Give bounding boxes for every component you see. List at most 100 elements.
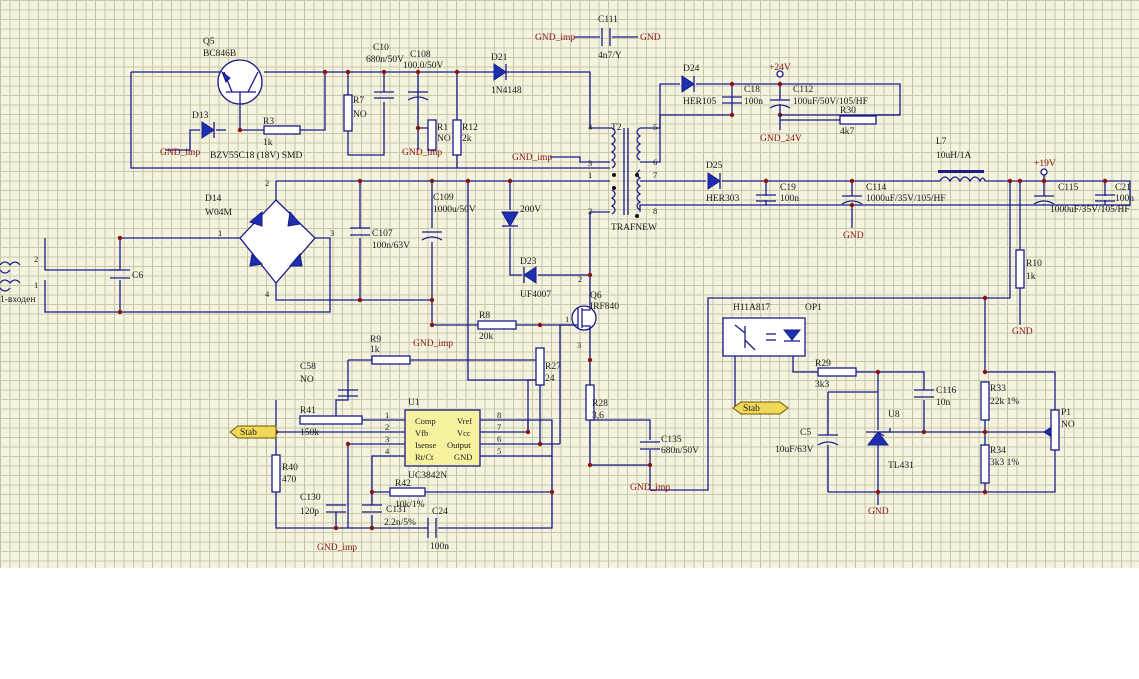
- resistor-r9: [371, 355, 411, 365]
- label-r30-value: 4k7: [840, 127, 855, 137]
- svg-text:8: 8: [497, 410, 501, 420]
- label-c24-value: 100n: [430, 542, 449, 552]
- capacitor-c116: [914, 389, 934, 398]
- label-c116-value: 10n: [936, 398, 951, 408]
- net-gnd-24v: GND_24V: [760, 134, 802, 144]
- svg-text:2: 2: [34, 254, 38, 264]
- label-c21: C21: [1115, 183, 1131, 193]
- label-d21: D21: [491, 53, 508, 63]
- label-q5-part: BC846B: [203, 49, 236, 59]
- svg-text:1: 1: [385, 410, 389, 420]
- label-c114-value: 1000uF/35V/105/HF: [866, 194, 946, 204]
- label-r3-value: 1k: [263, 138, 273, 148]
- tvs-diode-200v: [501, 211, 519, 228]
- net-gnd-imp-5: GND_imp: [630, 483, 670, 493]
- label-d25-value: HER303: [706, 194, 740, 204]
- label-r10-value: 1k: [1026, 272, 1036, 282]
- net-gnd-imp-1: GND_imp: [160, 148, 200, 158]
- svg-text:1: 1: [588, 170, 592, 180]
- resistor-r7: [343, 94, 353, 132]
- svg-text:3: 3: [330, 228, 334, 238]
- label-c107: C107: [372, 229, 393, 239]
- label-r40: R40: [282, 463, 298, 473]
- stab-right-label: Stab: [743, 404, 760, 414]
- label-uc3842n: UC3842N: [408, 471, 447, 481]
- label-c111: C111: [598, 15, 618, 25]
- label-r29-value: 3k3: [815, 380, 830, 390]
- label-c107-value: 100n/63V: [372, 241, 410, 251]
- capacitor-c107: [350, 227, 370, 236]
- label-c21-value: 100n: [1115, 194, 1134, 204]
- label-r33: R33: [990, 384, 1006, 394]
- svg-text:3: 3: [577, 340, 581, 350]
- label-c115-value: 1000uF/35V/105/HF: [1050, 205, 1130, 215]
- capacitor-c6: [110, 269, 130, 279]
- label-op1: OP1: [805, 303, 822, 313]
- label-r12-value: 2k: [462, 134, 472, 144]
- label-r33-value: 22k 1%: [990, 397, 1019, 407]
- potentiometer-p1: [1043, 409, 1060, 451]
- net-gnd-3: GND: [868, 507, 889, 517]
- label-r34-value: 3k3 1%: [990, 458, 1019, 468]
- label-c5: C5: [800, 428, 811, 438]
- capacitor-c109: [421, 231, 443, 241]
- svg-text:3: 3: [385, 434, 389, 444]
- label-c135: C135: [661, 435, 682, 445]
- label-c19-value: 100n: [780, 194, 799, 204]
- label-trafnew: TRAFNEW: [611, 223, 657, 233]
- resistor-r8: [477, 320, 517, 330]
- net-gnd-2: GND: [1012, 327, 1033, 337]
- input-connector: [0, 261, 21, 292]
- svg-text:5: 5: [497, 446, 501, 456]
- label-r30: R30: [840, 106, 856, 116]
- pin-output: Output: [447, 440, 471, 450]
- resistor-r33: [980, 381, 990, 421]
- transformer-t2: [610, 127, 642, 218]
- optocoupler-op1: [722, 317, 806, 357]
- net-flag-stab-right: [732, 401, 789, 415]
- net-gnd-top: GND: [640, 33, 661, 43]
- svg-text:3: 3: [588, 158, 592, 168]
- transistor-q5: [217, 59, 263, 105]
- label-c10: C10: [373, 43, 389, 53]
- label-d25: D25: [706, 161, 723, 171]
- svg-text:4: 4: [588, 122, 593, 132]
- capacitor-c135: [640, 441, 660, 450]
- capacitor-c115: [1033, 195, 1055, 205]
- resistor-r3: [263, 125, 301, 135]
- capacitor-c130: [326, 504, 346, 513]
- capacitor-c24: [427, 518, 437, 538]
- svg-text:2: 2: [588, 206, 592, 216]
- label-q5: Q5: [203, 37, 215, 47]
- label-u1: U1: [408, 398, 420, 408]
- resistor-r42: [389, 487, 426, 497]
- capacitor-c131: [362, 504, 382, 513]
- resistor-r34: [980, 444, 990, 484]
- label-c109: C109: [433, 193, 454, 203]
- resistor-r27: [535, 347, 545, 386]
- shunt-regulator-u8: [866, 428, 891, 446]
- svg-text:1: 1: [34, 280, 38, 290]
- net-gnd-imp-2: GND_imp: [402, 148, 442, 158]
- label-c19: C19: [780, 183, 796, 193]
- net-gnd-1: GND: [843, 231, 864, 241]
- label-r9: R9: [370, 335, 381, 345]
- label-c6: C6: [132, 271, 143, 281]
- label-d23-value: UF4007: [520, 290, 551, 300]
- label-u8: U8: [888, 410, 900, 420]
- svg-text:7: 7: [497, 422, 501, 432]
- svg-text:1: 1: [565, 314, 569, 324]
- label-h11a817: H11A817: [733, 303, 770, 313]
- pin-rtct: Rt/Ct: [415, 452, 434, 462]
- label-r8-value: 20k: [479, 332, 494, 342]
- label-q6: Q6: [590, 291, 602, 301]
- label-r27: R27: [545, 362, 561, 372]
- label-c109-value: 1000u/50V: [433, 205, 476, 215]
- resistor-r29: [817, 367, 857, 377]
- label-r7: R7: [353, 96, 364, 106]
- resistor-r1: [427, 119, 437, 151]
- svg-text:5: 5: [653, 122, 657, 132]
- resistor-r40: [271, 454, 281, 493]
- label-r42: R42: [395, 479, 411, 489]
- svg-text:2: 2: [265, 178, 269, 188]
